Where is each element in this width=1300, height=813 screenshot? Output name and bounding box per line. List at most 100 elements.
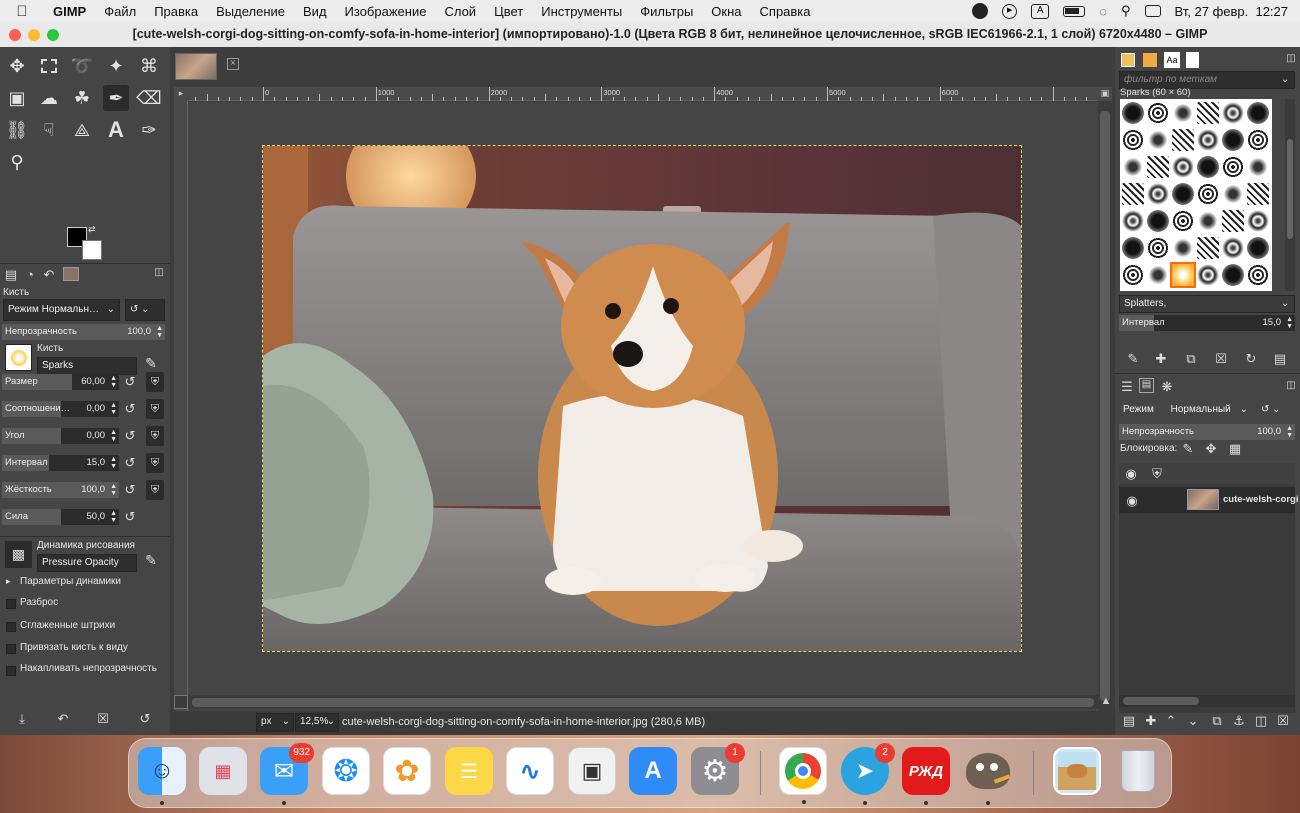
spin-arrows-icon[interactable]: ▲ ▼ (1286, 316, 1293, 330)
horizontal-scrollbar[interactable] (188, 695, 1098, 709)
angle-slider[interactable]: Угол 0,00 ▲ ▼ (2, 428, 119, 444)
delete-preset-icon[interactable]: ☒ (95, 711, 111, 727)
spin-arrows-icon[interactable]: ▲ ▼ (110, 510, 117, 524)
brush-preview[interactable] (5, 344, 32, 371)
panel-menu-icon[interactable]: ◫ (151, 267, 167, 278)
brush-cell[interactable] (1197, 264, 1219, 286)
panel-menu-icon[interactable]: ◫ (1283, 53, 1299, 64)
lasso-tool-icon[interactable]: ➰ (69, 53, 95, 79)
brush-cell[interactable] (1122, 264, 1144, 286)
paths-tab-icon[interactable]: ❋ (1159, 379, 1175, 395)
mask-layer-icon[interactable]: ◫ (1253, 713, 1269, 729)
dock-gimp[interactable] (964, 747, 1012, 805)
spotlight-search-icon[interactable]: ⚲ (1121, 3, 1131, 19)
brush-cell[interactable] (1222, 102, 1244, 124)
spacing-link-to-brush-button[interactable]: ⛨ (146, 453, 164, 473)
edit-brush-icon[interactable]: ✎ (1125, 351, 1141, 367)
brush-cell[interactable] (1222, 129, 1244, 151)
brush-cell[interactable] (1147, 129, 1169, 151)
device-status-tab-icon[interactable]: ◔ (22, 267, 38, 282)
brush-cell[interactable] (1197, 102, 1219, 124)
brush-cell[interactable] (1247, 264, 1269, 286)
brush-cell[interactable] (1147, 156, 1169, 178)
image-canvas[interactable] (188, 102, 1098, 712)
aspect-ratio-slider[interactable]: Соотношени… 0,00 ▲ ▼ (2, 401, 119, 417)
brush-cell[interactable] (1147, 264, 1169, 286)
brush-cell[interactable] (1122, 237, 1144, 259)
brush-cell[interactable] (1197, 237, 1219, 259)
dock-system-settings[interactable]: ⚙ 1 (691, 743, 745, 795)
delete-brush-icon[interactable]: ☒ (1213, 351, 1229, 367)
spin-arrows-icon[interactable]: ▲ ▼ (110, 402, 117, 416)
fonts-tab-icon[interactable]: Aa (1164, 52, 1180, 68)
brush-cell[interactable] (1122, 156, 1144, 178)
size-reset-icon[interactable]: ↺ (122, 374, 138, 390)
background-color-swatch[interactable] (82, 240, 102, 260)
new-layer-group-icon[interactable]: ▤ (1121, 713, 1137, 729)
lock-pixels-icon[interactable]: ✎ (1180, 441, 1196, 457)
mode-select[interactable]: Режим Нормальн… ⌄ (3, 299, 120, 321)
menu-help[interactable]: Справка (751, 4, 820, 19)
brush-cell[interactable] (1172, 102, 1194, 124)
zoom-select[interactable]: 12,5% ⌄ (295, 713, 339, 732)
dynamics-field[interactable]: Pressure Opacity (37, 554, 137, 572)
vertical-scrollbar[interactable] (1098, 101, 1112, 711)
angle-link-to-brush-button[interactable]: ⛨ (146, 426, 164, 446)
delete-layer-icon[interactable]: ☒ (1275, 713, 1291, 729)
layer-mode-reset[interactable]: ↺ ⌄ (1257, 400, 1295, 422)
brush-cell[interactable] (1222, 183, 1244, 205)
warp-transform-tool-icon[interactable]: ☁ (36, 85, 62, 111)
clone-tool-icon[interactable]: ⛓ (4, 117, 30, 143)
rect-select-tool-icon[interactable] (36, 53, 62, 79)
brush-cell[interactable] (1247, 156, 1269, 178)
brush-cell[interactable] (1172, 183, 1194, 205)
creative-cloud-icon[interactable] (972, 3, 989, 19)
control-center-icon[interactable] (1144, 5, 1161, 17)
spin-arrows-icon[interactable]: ▲ ▼ (110, 429, 117, 443)
spin-arrows-icon[interactable]: ▲ ▼ (110, 483, 117, 497)
refresh-brushes-icon[interactable]: ↻ (1243, 351, 1259, 367)
brush-cell[interactable] (1172, 237, 1194, 259)
dynamics-icon[interactable]: ▩ (5, 541, 32, 568)
brush-cell[interactable] (1247, 102, 1269, 124)
dock-screenshot[interactable]: ▣ (568, 747, 616, 795)
navigate-icon[interactable]: ▲ (1099, 695, 1113, 709)
lock-position-icon[interactable]: ✥ (1203, 441, 1219, 457)
spin-arrows-icon[interactable]: ▲ ▼ (156, 325, 163, 339)
layer-opacity-slider[interactable]: Непрозрачность 100,0 ▲ ▼ (1119, 424, 1295, 440)
images-tab-icon[interactable] (63, 267, 79, 281)
layer-mode-select[interactable]: Режим Нормальный ⌄ (1119, 400, 1251, 422)
brush-preset-select[interactable]: Splatters, (1119, 295, 1295, 313)
layer-thumbnail[interactable] (1187, 489, 1219, 510)
open-as-image-icon[interactable]: ▤ (1272, 351, 1288, 367)
menu-select[interactable]: Выделение (207, 4, 294, 19)
layer-name[interactable]: cute-welsh-corgi (1223, 494, 1299, 505)
ruler-corner[interactable]: ▸ (174, 87, 188, 101)
brush-interval-slider[interactable]: Интервал 15,0 ▲ ▼ (1119, 315, 1295, 331)
brush-cell[interactable] (1147, 183, 1169, 205)
unit-select[interactable]: px ⌄ (256, 713, 294, 732)
spacing-reset-icon[interactable]: ↺ (122, 455, 138, 471)
lower-layer-icon[interactable]: ⌄ (1185, 713, 1201, 729)
edit-dynamics-icon[interactable]: ✎ (143, 552, 159, 569)
quick-mask-toggle[interactable] (174, 695, 188, 709)
dock-launchpad[interactable]: ▦ (199, 747, 247, 795)
hardness-reset-icon[interactable]: ↺ (122, 482, 138, 498)
bucket-fill-tool-icon[interactable]: ☘ (69, 85, 95, 111)
brush-cell[interactable] (1222, 156, 1244, 178)
brush-cell[interactable] (1122, 183, 1144, 205)
fuzzy-select-tool-icon[interactable]: ✦ (103, 53, 129, 79)
layers-tab-icon[interactable]: ☰ (1119, 379, 1135, 395)
new-brush-icon[interactable]: ✚ (1153, 351, 1169, 367)
paths-tool-icon[interactable]: ⟁ (69, 117, 95, 143)
edit-brush-icon[interactable]: ✎ (143, 355, 159, 372)
swap-colors-icon[interactable]: ⇄ (88, 224, 96, 235)
new-layer-icon[interactable]: ✚ (1143, 713, 1159, 729)
brush-cell[interactable] (1147, 237, 1169, 259)
force-slider[interactable]: Сила 50,0 ▲ ▼ (2, 509, 119, 525)
minimize-window-button[interactable] (28, 29, 40, 41)
dock-mail[interactable]: ✉ 932 (260, 743, 314, 805)
spin-arrows-icon[interactable]: ▲ ▼ (110, 375, 117, 389)
brush-grid-scrollbar[interactable] (1285, 99, 1295, 291)
checkbox[interactable] (6, 666, 16, 676)
